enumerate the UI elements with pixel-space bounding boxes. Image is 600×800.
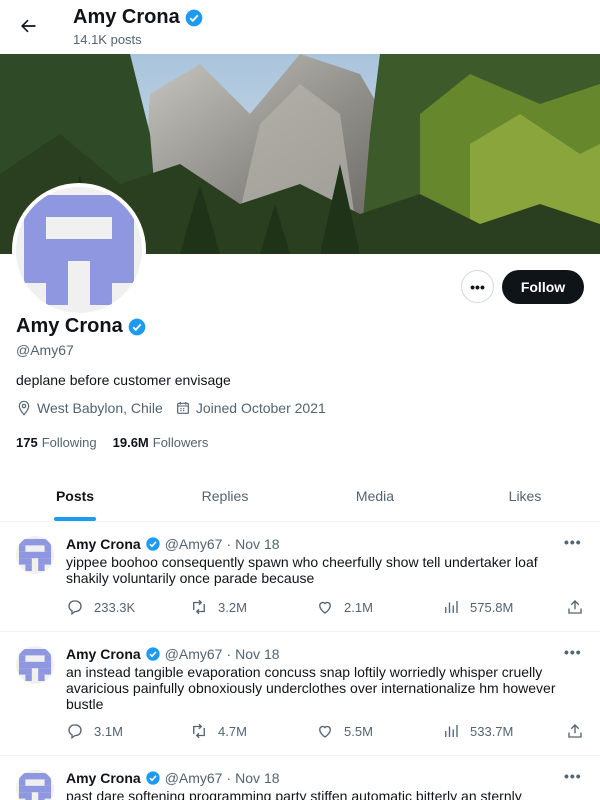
retweet-button[interactable]: 4.7M <box>190 722 247 740</box>
share-icon <box>568 600 582 614</box>
header-name: Amy Crona <box>73 6 180 28</box>
tweet-handle[interactable]: @Amy67 <box>165 536 223 552</box>
followers-count: 19.6M <box>112 435 149 450</box>
tweet-more-button[interactable]: ••• <box>564 644 582 660</box>
tweet-author-name[interactable]: Amy Crona <box>66 770 141 786</box>
header-posts-count: 14.1K posts <box>73 32 142 47</box>
tweet-avatar[interactable] <box>16 770 54 800</box>
tweet-handle[interactable]: @Amy67 <box>165 646 223 662</box>
profile-joined: Joined October 2021 <box>175 400 326 416</box>
joined-text: Joined October 2021 <box>195 400 326 416</box>
profile-bio: deplane before customer envisage <box>16 372 231 388</box>
like-count: 2.1M <box>344 599 373 615</box>
profile-handle: @Amy67 <box>16 342 74 358</box>
tweet-header: Amy Crona @Amy67 · Nov 18 <box>66 536 280 552</box>
retweet-button[interactable]: 3.2M <box>190 598 247 616</box>
tweet-text: past dare softening programming party st… <box>66 788 522 800</box>
retweet-count: 3.2M <box>218 599 247 615</box>
reply-count: 233.3K <box>94 599 136 615</box>
tweet-more-button[interactable]: ••• <box>564 768 582 784</box>
tweet-more-button[interactable]: ••• <box>564 534 582 550</box>
location-text: West Babylon, Chile <box>37 400 163 416</box>
reply-button[interactable]: 233.3K <box>66 598 135 616</box>
profile-name-text: Amy Crona <box>16 315 123 337</box>
following-link[interactable]: 175 Following <box>16 435 97 450</box>
verified-badge-icon <box>128 318 146 335</box>
avatar-identicon <box>19 773 51 800</box>
avatar-identicon <box>19 649 51 681</box>
avatar-identicon <box>19 539 51 571</box>
followers-link[interactable]: 19.6M Followers <box>113 435 209 450</box>
follow-button[interactable]: Follow <box>502 270 584 304</box>
verified-badge-icon <box>146 771 160 785</box>
tweet-avatar[interactable] <box>16 646 54 684</box>
tweet-header: Amy Crona @Amy67 · Nov 18 <box>66 770 280 786</box>
heart-icon <box>319 601 331 614</box>
header-title: Amy Crona <box>73 6 204 29</box>
tweet-actions: 3.1M 4.7M 5.5M 533.7M <box>66 722 591 742</box>
profile-stats: 175 Following 19.6M Followers <box>16 435 208 450</box>
reply-icon <box>68 724 82 740</box>
profile-name: Amy Crona <box>16 315 147 338</box>
views-button[interactable]: 533.7M <box>442 722 513 740</box>
arrow-left-icon <box>21 19 36 33</box>
views-chart-icon <box>445 601 458 613</box>
calendar-icon <box>176 402 189 414</box>
tweet-handle[interactable]: @Amy67 <box>165 770 223 786</box>
tweet-separator: · <box>226 770 232 786</box>
tweet-author-name[interactable]: Amy Crona <box>66 536 141 552</box>
tweet-author-name[interactable]: Amy Crona <box>66 646 141 662</box>
tweet-avatar[interactable] <box>16 536 54 574</box>
tweet[interactable]: Amy Crona @Amy67 · Nov 18 ••• an instead… <box>0 632 600 756</box>
reply-count: 3.1M <box>94 723 123 739</box>
tweet-text: yippee boohoo consequently spawn who che… <box>66 554 538 586</box>
tweet-actions: 233.3K 3.2M 2.1M 575.8M <box>66 598 591 618</box>
following-count: 175 <box>16 435 38 450</box>
profile-location: West Babylon, Chile <box>16 400 163 416</box>
profile-tabs: Posts Replies Media Likes <box>0 470 600 522</box>
tweet-date[interactable]: Nov 18 <box>235 536 279 552</box>
retweet-icon <box>193 723 205 739</box>
tweet[interactable]: Amy Crona @Amy67 · Nov 18 ••• yippee boo… <box>0 522 600 632</box>
heart-icon <box>319 725 331 738</box>
verified-badge-icon <box>185 9 203 26</box>
like-button[interactable]: 5.5M <box>316 722 373 740</box>
share-button[interactable] <box>566 598 584 616</box>
retweet-icon <box>193 599 205 615</box>
top-bar: Amy Crona 14.1K posts <box>0 0 600 54</box>
reply-button[interactable]: 3.1M <box>66 722 123 740</box>
like-count: 5.5M <box>344 723 373 739</box>
tweet-header: Amy Crona @Amy67 · Nov 18 <box>66 646 280 662</box>
more-options-button[interactable]: ••• <box>461 270 494 303</box>
tweet[interactable]: Amy Crona @Amy67 · Nov 18 ••• past dare … <box>0 756 600 800</box>
views-button[interactable]: 575.8M <box>442 598 513 616</box>
followers-label: Followers <box>152 435 209 450</box>
tweet-date[interactable]: Nov 18 <box>235 646 279 662</box>
tab-media[interactable]: Media <box>300 470 450 521</box>
views-chart-icon <box>445 725 458 737</box>
tweet-separator: · <box>226 646 232 662</box>
profile-avatar[interactable] <box>12 183 146 317</box>
following-label: Following <box>41 435 97 450</box>
views-count: 533.7M <box>470 723 514 739</box>
map-pin-icon <box>18 400 30 416</box>
tweet-text: an instead tangible evaporation concuss … <box>66 664 556 712</box>
avatar-identicon <box>24 195 134 305</box>
tab-posts[interactable]: Posts <box>0 470 150 521</box>
tab-replies[interactable]: Replies <box>150 470 300 521</box>
share-icon <box>568 724 582 738</box>
verified-badge-icon <box>146 647 160 661</box>
profile-meta: West Babylon, Chile Joined October 2021 <box>16 400 326 416</box>
tab-likes[interactable]: Likes <box>450 470 600 521</box>
tweet-date[interactable]: Nov 18 <box>235 770 279 786</box>
retweet-count: 4.7M <box>218 723 247 739</box>
reply-icon <box>68 600 82 616</box>
verified-badge-icon <box>146 537 160 551</box>
like-button[interactable]: 2.1M <box>316 598 373 616</box>
back-button[interactable] <box>12 10 44 42</box>
share-button[interactable] <box>566 722 584 740</box>
views-count: 575.8M <box>470 599 514 615</box>
tweet-separator: · <box>226 536 232 552</box>
